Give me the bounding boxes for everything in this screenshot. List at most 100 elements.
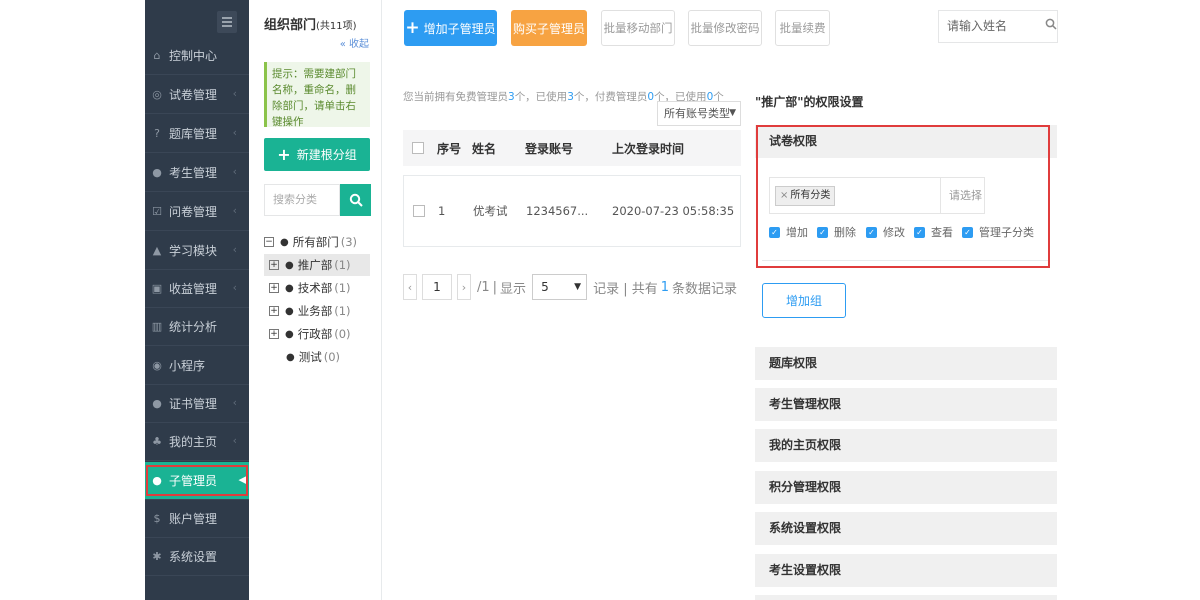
batch-renew-button[interactable]: 批量续费 [775, 10, 830, 46]
col-last-login: 上次登录时间 [612, 141, 685, 156]
search-icon[interactable] [1045, 18, 1057, 33]
expand-node-icon[interactable]: + [269, 306, 279, 316]
col-account: 登录账号 [525, 141, 574, 156]
certificate-icon: ● [152, 397, 162, 410]
leaf-icon: ♣ [152, 435, 162, 448]
sidebar-item-mini-program[interactable]: ◉ 小程序 [145, 347, 249, 385]
select-all-checkbox[interactable] [412, 142, 424, 154]
candidate-permission-header[interactable]: 考生管理权限 [755, 388, 1057, 421]
person-icon: ● [285, 282, 294, 294]
row-account: 1234567... [526, 204, 589, 218]
add-group-button[interactable]: 增加组 [762, 283, 846, 318]
plus-icon: + [277, 145, 291, 164]
plus-icon: + [405, 18, 420, 38]
question-bank-permission-header[interactable]: 题库权限 [755, 347, 1057, 380]
collapse-link[interactable]: « 收起 [340, 35, 369, 50]
checkbox-icon: ☑ [152, 205, 162, 218]
next-page-button[interactable]: › [457, 274, 471, 300]
tree-node-tech[interactable]: + ● 技术部 (1) [264, 277, 351, 299]
home-icon: ⌂ [153, 49, 161, 62]
sidebar-item-survey[interactable]: ☑ 问卷管理 ‹ [145, 193, 249, 231]
sidebar-item-exam[interactable]: ◎ 试卷管理 ‹ [145, 76, 249, 114]
table-header: 序号 姓名 登录账号 上次登录时间 [403, 130, 741, 166]
expand-node-icon[interactable]: + [269, 283, 279, 293]
candidate-settings-permission-header[interactable]: 考生设置权限 [755, 554, 1057, 587]
tree-node-business[interactable]: + ● 业务部 (1) [264, 300, 351, 322]
sidebar-item-control-center[interactable]: ⌂ 控制中心 [145, 37, 249, 75]
row-seq: 1 [438, 204, 446, 218]
money-icon: ▣ [151, 282, 163, 295]
search-button[interactable] [340, 184, 371, 216]
col-name: 姓名 [472, 141, 497, 156]
sidebar-item-candidates[interactable]: ● 考生管理 ‹ [145, 154, 249, 192]
sidebar-item-my-homepage[interactable]: ♣ 我的主页 ‹ [145, 423, 249, 461]
batch-move-dept-button[interactable]: 批量移动部门 [601, 10, 675, 46]
user-icon: ● [152, 166, 162, 179]
total-pages: /1 [477, 279, 490, 295]
person-icon: ● [285, 328, 294, 340]
gear-icon: ✱ [152, 550, 162, 563]
chevron-down-icon: ▼ [574, 282, 582, 292]
chevron-left-icon: ‹ [232, 434, 237, 447]
chevron-left-icon: ‹ [232, 87, 237, 100]
sidebar-item-account[interactable]: $ 账户管理 [145, 500, 249, 538]
sidebar-item-certificates[interactable]: ● 证书管理 ‹ [145, 385, 249, 423]
show-label: 显示 [500, 281, 527, 297]
sidebar: ⌂ 控制中心 ◎ 试卷管理 ‹ ? 题库管理 ‹ ● 考生管理 ‹ ☑ 问卷管理… [145, 0, 249, 600]
tree-node-admin[interactable]: + ● 行政部 (0) [264, 323, 351, 345]
org-title: 组织部门(共11项) [264, 18, 357, 33]
points-permission-header[interactable]: 积分管理权限 [755, 471, 1057, 504]
person-icon: ● [286, 351, 295, 363]
add-sub-admin-button[interactable]: + 增加子管理员 [404, 10, 497, 46]
col-seq: 序号 [437, 141, 462, 156]
tree-node-all[interactable]: − ● 所有部门 (3) [264, 231, 372, 253]
sidebar-item-question-bank[interactable]: ? 题库管理 ‹ [145, 115, 249, 153]
row-last-login: 2020-07-23 05:58:35 [612, 204, 735, 218]
chevron-left-icon: « [339, 39, 349, 50]
tree-node-test[interactable]: ● 测试 (0) [264, 346, 340, 368]
org-panel: 组织部门(共11项) « 收起 提示：需要建部门名称，重命名，删除部门，请单击右… [249, 0, 382, 600]
prev-page-button[interactable]: ‹ [403, 274, 417, 300]
row-name: 优考试 [473, 204, 508, 218]
expand-node-icon[interactable]: + [269, 329, 279, 339]
homepage-permission-header[interactable]: 我的主页权限 [755, 429, 1057, 462]
highlight-box-sidebar [146, 465, 248, 496]
new-root-group-button[interactable]: + 新建根分组 [264, 138, 370, 171]
permission-title: "推广部"的权限设置 [755, 95, 864, 109]
question-circle-icon: ? [154, 127, 160, 140]
page-input[interactable]: 1 [422, 274, 452, 300]
system-settings-permission-header[interactable]: 系统设置权限 [755, 512, 1057, 545]
per-page-select[interactable]: 5 ▼ [532, 274, 588, 300]
person-icon: ● [285, 305, 294, 317]
check-circle-icon: ◎ [152, 88, 162, 101]
tip-box: 提示：需要建部门名称，重命名，删除部门，请单击右键操作 [264, 62, 370, 128]
row-checkbox[interactable] [413, 205, 425, 217]
person-icon: ● [280, 236, 289, 248]
sidebar-item-revenue[interactable]: ▣ 收益管理 ‹ [145, 270, 249, 308]
collapse-node-icon[interactable]: − [264, 237, 274, 247]
table-row[interactable]: 1 优考试 1234567... 2020-07-23 05:58:35 [403, 175, 741, 247]
next-section-edge [755, 595, 1057, 600]
batch-change-password-button[interactable]: 批量修改密码 [688, 10, 762, 46]
pagination: ‹ 1 › /1 | 显示 5 ▼ 记录 | 共有 1 条数据记录 [403, 273, 737, 301]
sidebar-item-settings[interactable]: ✱ 系统设置 [145, 538, 249, 576]
highlight-box-permission [756, 125, 1050, 268]
name-search-input[interactable]: 请输入姓名 [938, 10, 1058, 43]
account-type-select[interactable]: 所有账号类型 ▼ [657, 101, 741, 126]
bar-chart-icon: ▥ [151, 320, 163, 333]
tree-node-promotion[interactable]: + ● 推广部 (1) [264, 254, 370, 276]
graduation-cap-icon: ▲ [152, 244, 162, 257]
chevron-left-icon: ‹ [232, 243, 237, 256]
wechat-icon: ◉ [152, 359, 162, 372]
buy-sub-admin-button[interactable]: 购买子管理员 [511, 10, 587, 46]
sidebar-item-statistics[interactable]: ▥ 统计分析 [145, 308, 249, 346]
chevron-left-icon: ‹ [232, 281, 237, 294]
expand-node-icon[interactable]: + [269, 260, 279, 270]
chevron-left-icon: ‹ [232, 126, 237, 139]
caret-down-icon: ▼ [729, 108, 736, 118]
category-search-input[interactable]: 搜索分类 [264, 184, 340, 216]
search-icon [349, 193, 363, 207]
records-label: 记录 | 共有 [593, 281, 658, 297]
menu-toggle-icon[interactable] [217, 11, 237, 33]
sidebar-item-learning[interactable]: ▲ 学习模块 ‹ [145, 232, 249, 270]
